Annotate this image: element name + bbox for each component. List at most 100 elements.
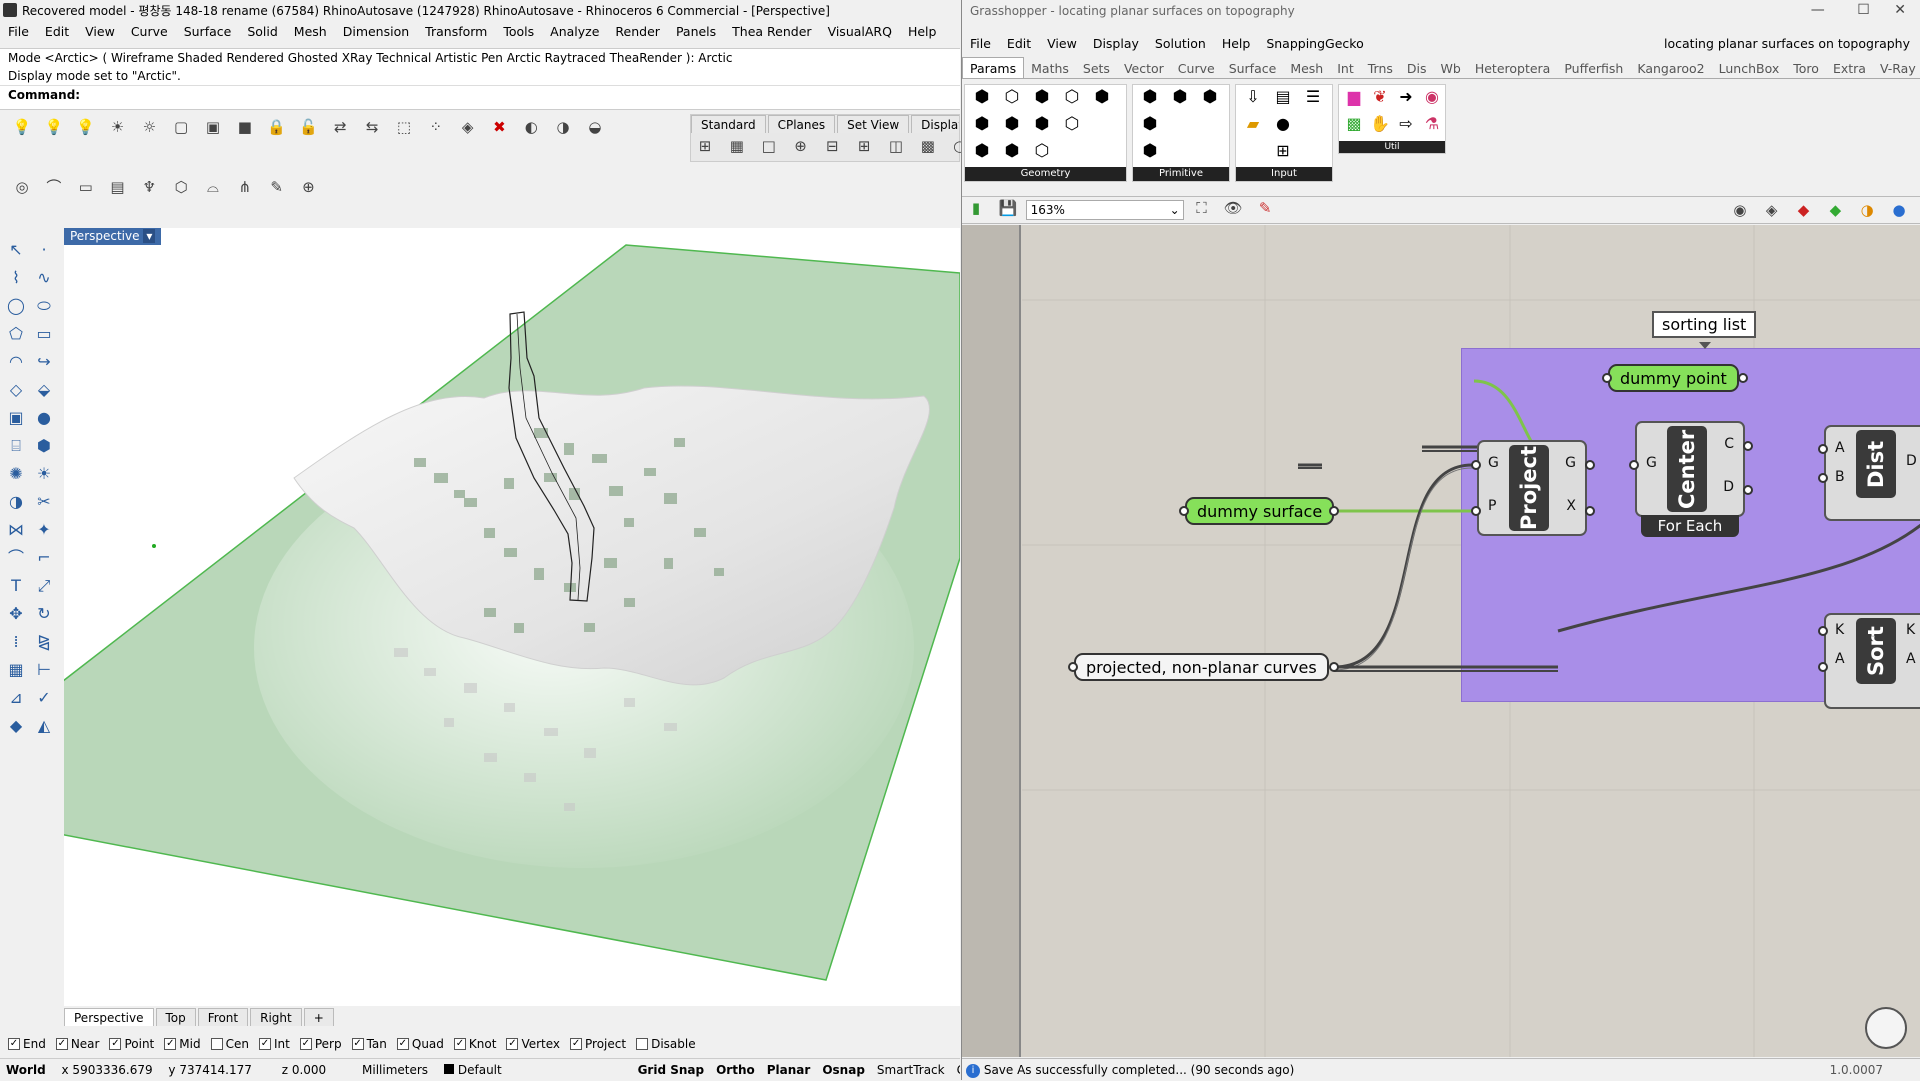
mirror-icon[interactable]: ⧎ bbox=[30, 628, 58, 656]
rhino-menu-curve[interactable]: Curve bbox=[123, 22, 176, 42]
explode-icon[interactable]: ✦ bbox=[30, 516, 58, 544]
lightbulb-icon[interactable]: 💡 bbox=[11, 116, 33, 138]
rhino-menu-help[interactable]: Help bbox=[900, 22, 945, 42]
rectangle-icon[interactable]: ▭ bbox=[30, 320, 58, 348]
rhino-menu-file[interactable]: File bbox=[0, 22, 37, 42]
status-toggle-osnap[interactable]: Osnap bbox=[816, 1059, 871, 1080]
gh-tab-toro[interactable]: Toro bbox=[1786, 58, 1826, 78]
minimize-icon[interactable]: — bbox=[1811, 2, 1825, 18]
zoom-select[interactable]: 163% ⌄ bbox=[1025, 200, 1184, 220]
status-toggle-grid-snap[interactable]: Grid Snap bbox=[632, 1059, 711, 1080]
project-component[interactable]: Project G P G X bbox=[1477, 440, 1587, 536]
gh-tab-pufferfish[interactable]: Pufferfish bbox=[1557, 58, 1630, 78]
param-mesh-icon[interactable]: ⬡ bbox=[1057, 114, 1087, 141]
gh-tab-maths[interactable]: Maths bbox=[1024, 58, 1076, 78]
select-curves-icon[interactable]: ◈ bbox=[457, 116, 479, 138]
preview-mesh-icon[interactable]: ◆ bbox=[1824, 199, 1846, 221]
sketch-pen-icon[interactable]: ✎ bbox=[1254, 197, 1276, 219]
swap-layer-icon[interactable]: ⇆ bbox=[361, 116, 383, 138]
light-bulb-tool-icon[interactable]: ✺ bbox=[2, 460, 30, 488]
param-arc-icon[interactable]: ⬢ bbox=[997, 114, 1027, 141]
project-in-g[interactable]: G bbox=[1488, 455, 1499, 471]
canvas-navigation-icon[interactable] bbox=[1865, 1007, 1907, 1049]
osnap-checkbox[interactable]: ✓ bbox=[8, 1038, 20, 1050]
center-in-g[interactable]: G bbox=[1646, 455, 1657, 471]
render-cup-icon[interactable]: ♆ bbox=[138, 176, 160, 198]
layer-color-icon[interactable]: ■ bbox=[234, 116, 256, 138]
lightbulb-off-icon[interactable]: 💡 bbox=[43, 116, 65, 138]
arc-icon[interactable]: ◠ bbox=[2, 348, 30, 376]
rhino-menu-panels[interactable]: Panels bbox=[668, 22, 724, 42]
cplane-indicator[interactable]: World bbox=[0, 1059, 52, 1080]
ellipse-icon[interactable]: ⬭ bbox=[30, 292, 58, 320]
status-toggle-gumball[interactable]: Gumball bbox=[951, 1059, 960, 1080]
split-h-icon[interactable]: ⊟ bbox=[821, 135, 843, 157]
grass-icon[interactable]: ⋔ bbox=[234, 176, 256, 198]
rhino-menu-thea-render[interactable]: Thea Render bbox=[724, 22, 819, 42]
preview-material-icon[interactable]: ◑ bbox=[1856, 199, 1878, 221]
util-pink-icon[interactable]: ◉ bbox=[1419, 87, 1445, 114]
sort-component[interactable]: Sort K A K A bbox=[1824, 613, 1920, 709]
close-icon[interactable]: ✕ bbox=[1894, 2, 1906, 18]
mesh-icon[interactable]: ⬢ bbox=[30, 432, 58, 460]
join-icon[interactable]: ⋈ bbox=[2, 516, 30, 544]
center-in-g-grip[interactable] bbox=[1629, 460, 1639, 470]
light-icon[interactable]: ◐ bbox=[520, 116, 542, 138]
geometry-panel-label[interactable]: Geometry bbox=[965, 167, 1126, 181]
viewport-tab-right[interactable]: Right bbox=[250, 1008, 302, 1026]
show-objects-icon[interactable]: ☀ bbox=[106, 116, 128, 138]
unlock-icon[interactable]: 🔓 bbox=[297, 116, 319, 138]
input-panel-label[interactable]: Input bbox=[1236, 167, 1332, 181]
dist-in-b-grip[interactable] bbox=[1818, 473, 1828, 483]
gh-tab-extra[interactable]: Extra bbox=[1826, 58, 1873, 78]
dummy-surface-output-grip[interactable] bbox=[1329, 506, 1339, 516]
swap-visibility-icon[interactable]: ⇄ bbox=[329, 116, 351, 138]
open-file-icon[interactable]: ▮ bbox=[965, 197, 987, 219]
preview-eye-icon[interactable]: 👁 bbox=[1222, 197, 1244, 219]
render-icon[interactable]: ◆ bbox=[2, 712, 30, 740]
grid-icon[interactable]: ▩ bbox=[917, 135, 939, 157]
cylinder-icon[interactable]: ⌸ bbox=[2, 432, 30, 460]
gh-tab-surface[interactable]: Surface bbox=[1222, 58, 1284, 78]
gh-menu-snappinggecko[interactable]: SnappingGecko bbox=[1258, 34, 1371, 54]
input-slider-icon[interactable]: ⊞ bbox=[1268, 141, 1298, 168]
sort-in-k[interactable]: K bbox=[1835, 622, 1844, 638]
rhino-menu-view[interactable]: View bbox=[77, 22, 123, 42]
add-viewport-tab-icon[interactable]: + bbox=[303, 1008, 334, 1026]
dist-component[interactable]: Dist A B D bbox=[1824, 425, 1920, 521]
param-box-icon[interactable]: ⬢ bbox=[1087, 87, 1117, 114]
polygon-icon[interactable]: ⬠ bbox=[2, 320, 30, 348]
hide-objects-icon[interactable]: ☼ bbox=[138, 116, 160, 138]
four-viewports-icon[interactable]: ⊞ bbox=[694, 135, 716, 157]
param-number-icon[interactable]: ⬢ bbox=[1135, 141, 1165, 168]
gh-tab-vector[interactable]: Vector bbox=[1117, 58, 1171, 78]
extrude-icon[interactable]: ⬙ bbox=[30, 376, 58, 404]
command-prompt[interactable]: Command: bbox=[0, 85, 960, 103]
rotate-icon[interactable]: ↻ bbox=[30, 600, 58, 628]
osnap-disable[interactable]: Disable bbox=[636, 1034, 696, 1054]
target-icon[interactable]: ⊕ bbox=[297, 176, 319, 198]
grid-array-icon[interactable]: ▦ bbox=[2, 656, 30, 684]
paint-icon[interactable]: ◭ bbox=[30, 712, 58, 740]
gh-tab-mesh[interactable]: Mesh bbox=[1283, 58, 1330, 78]
zoom-extents-icon[interactable]: ⛶ bbox=[1190, 197, 1212, 219]
util-hand-icon[interactable]: ✋ bbox=[1367, 114, 1393, 141]
project-in-p-grip[interactable] bbox=[1471, 506, 1481, 516]
circle-icon[interactable]: ◯ bbox=[2, 292, 30, 320]
sort-out-a[interactable]: A bbox=[1906, 651, 1916, 667]
param-surface-icon[interactable]: ⬢ bbox=[967, 141, 997, 168]
gh-menu-display[interactable]: Display bbox=[1085, 34, 1147, 54]
gh-tab-curve[interactable]: Curve bbox=[1171, 58, 1222, 78]
osnap-checkbox[interactable]: ✓ bbox=[351, 1038, 364, 1050]
util-cherry-icon[interactable]: ❦ bbox=[1367, 87, 1393, 114]
sort-in-a-grip[interactable] bbox=[1818, 662, 1828, 672]
osnap-checkbox[interactable] bbox=[210, 1038, 223, 1050]
project-in-g-grip[interactable] bbox=[1471, 460, 1481, 470]
frame-icon[interactable]: ▤ bbox=[106, 176, 128, 198]
center-out-c[interactable]: C bbox=[1724, 436, 1734, 452]
gh-menu-view[interactable]: View bbox=[1039, 34, 1085, 54]
center-foreach-label[interactable]: For Each bbox=[1641, 515, 1739, 537]
dummy-surface-param[interactable]: dummy surface bbox=[1185, 497, 1335, 525]
car-icon[interactable]: ⌓ bbox=[202, 176, 224, 198]
gh-tab-dis[interactable]: Dis bbox=[1400, 58, 1434, 78]
